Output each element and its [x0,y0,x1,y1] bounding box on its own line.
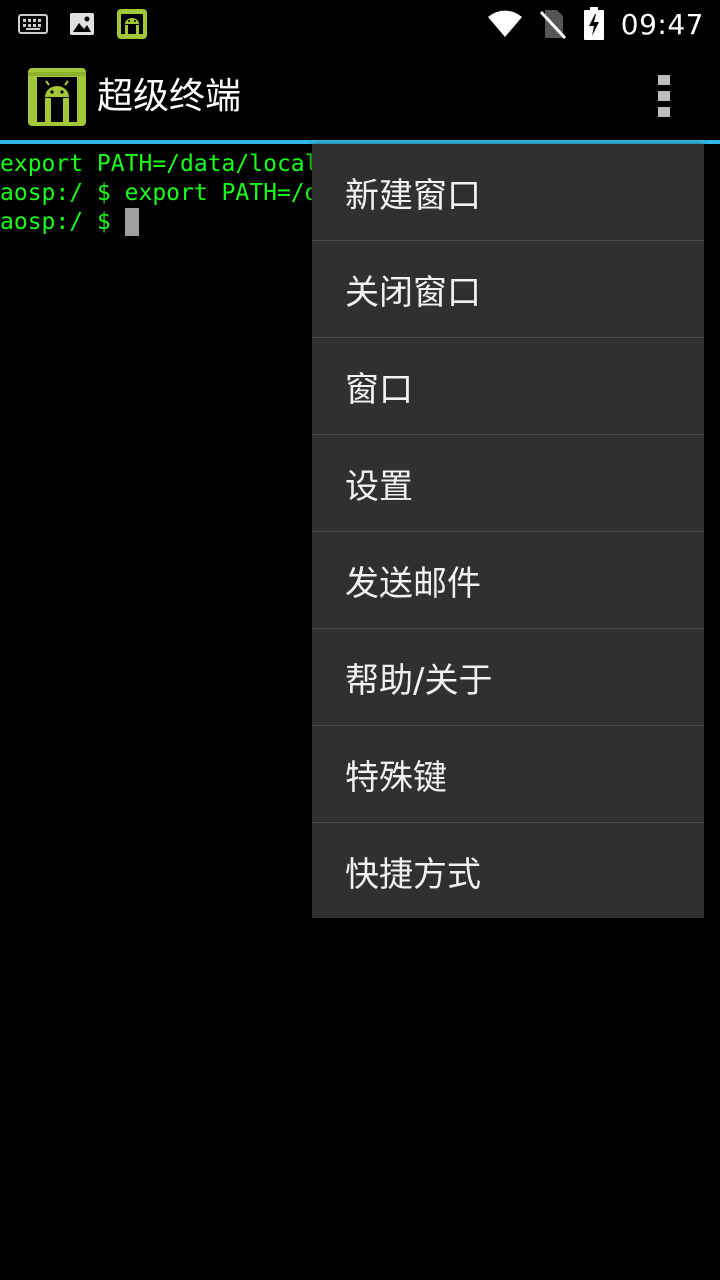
terminal-prompt-line: aosp:/ $ [0,208,139,237]
menu-item-windows[interactable]: 窗口 [312,338,704,434]
menu-item-send-email[interactable]: 发送邮件 [312,532,704,628]
system-icons: 09:47 [487,6,704,42]
overflow-dot [658,107,670,117]
no-sim-icon [539,8,567,40]
terminal-line: aosp:/ $ export PATH=/d [0,180,319,206]
notification-icons [18,6,148,42]
battery-charging-icon [583,7,605,41]
menu-item-help-about[interactable]: 帮助/关于 [312,629,704,725]
terminal-line: export PATH=/data/local [0,151,319,177]
menu-item-close-window[interactable]: 关闭窗口 [312,241,704,337]
overflow-menu-icon [658,75,670,85]
status-bar: 09:47 [0,0,720,48]
menu-item-shortcuts[interactable]: 快捷方式 [312,823,704,919]
overflow-menu: 新建窗口 关闭窗口 窗口 设置 发送邮件 帮助/关于 特殊键 快捷方式 [312,144,704,918]
image-icon [68,10,96,38]
menu-item-settings[interactable]: 设置 [312,435,704,531]
wifi-icon [487,10,523,38]
clock: 09:47 [620,7,704,41]
overflow-menu-button[interactable] [640,70,688,122]
screen: 09:47 超级终端 export PATH=/data/local aosp:… [0,0,720,1280]
android-notification-icon [116,8,148,40]
app-icon[interactable] [28,68,86,126]
app-title: 超级终端 [97,76,242,117]
overflow-dot [658,91,670,101]
keyboard-icon [18,13,48,35]
terminal-cursor [124,208,139,236]
terminal-prompt: aosp:/ $ [0,209,125,235]
menu-item-new-window[interactable]: 新建窗口 [312,144,704,240]
menu-item-special-keys[interactable]: 特殊键 [312,726,704,822]
